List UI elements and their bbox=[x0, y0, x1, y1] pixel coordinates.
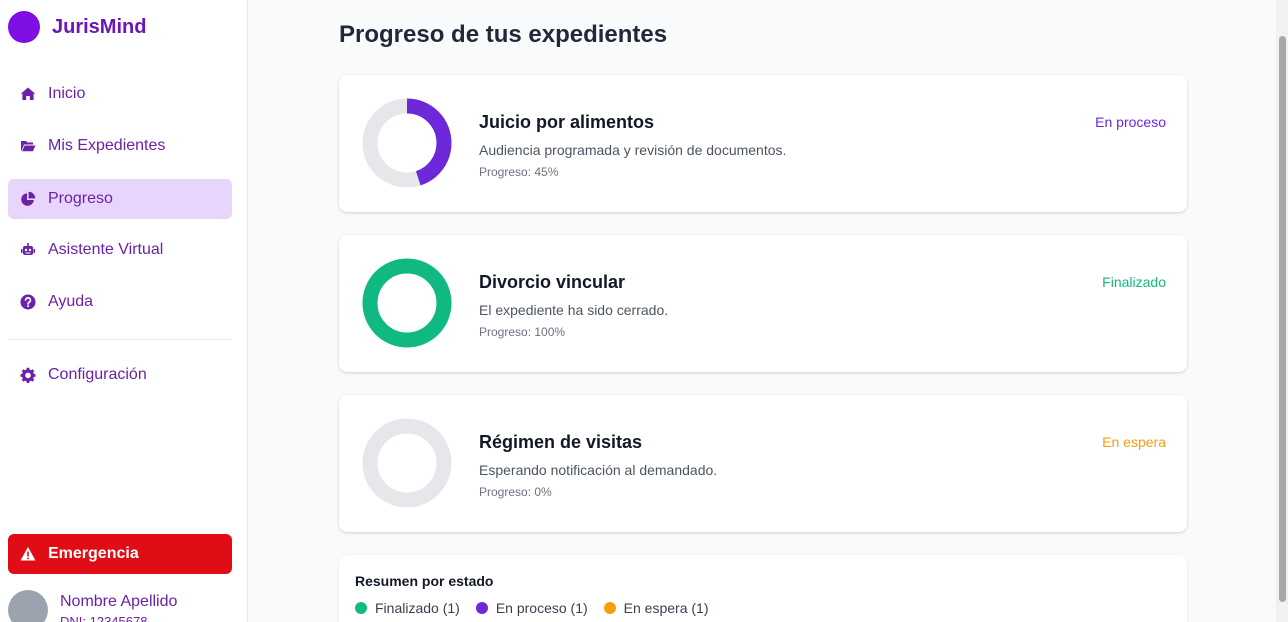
summary-legend: Finalizado (1) En proceso (1) En espera … bbox=[355, 600, 724, 616]
emergency-label: Emergencia bbox=[48, 545, 139, 562]
status-badge: En espera bbox=[1102, 434, 1166, 450]
folder-open-icon bbox=[20, 138, 36, 154]
sidebar-divider bbox=[8, 339, 232, 340]
sidebar-item-asistente[interactable]: Asistente Virtual bbox=[8, 230, 232, 270]
brand-logo bbox=[8, 11, 40, 43]
progress-donut bbox=[362, 98, 452, 188]
sidebar-item-label: Mis Expedientes bbox=[48, 137, 166, 154]
user-profile[interactable]: Nombre Apellido DNI: 12345678 bbox=[8, 590, 177, 622]
legend-label: En espera (1) bbox=[623, 600, 709, 616]
status-badge: Finalizado bbox=[1102, 274, 1166, 290]
case-description: El expediente ha sido cerrado. bbox=[479, 302, 669, 318]
sidebar-item-label: Inicio bbox=[48, 85, 86, 102]
legend-label: En proceso (1) bbox=[495, 600, 588, 616]
sidebar-item-label: Progreso bbox=[48, 190, 113, 207]
home-icon bbox=[20, 86, 36, 102]
status-badge: En proceso bbox=[1095, 114, 1166, 130]
summary-title: Resumen por estado bbox=[355, 573, 494, 589]
case-card[interactable]: Régimen de visitas Esperando notificació… bbox=[339, 395, 1187, 532]
legend-label: Finalizado (1) bbox=[375, 600, 460, 616]
user-name: Nombre Apellido bbox=[60, 593, 178, 610]
question-circle-icon bbox=[20, 294, 36, 310]
legend-dot bbox=[475, 602, 488, 614]
page-scrollbar[interactable] bbox=[1276, 0, 1288, 622]
sidebar-item-ayuda[interactable]: Ayuda bbox=[8, 282, 232, 322]
progress-donut bbox=[362, 418, 452, 508]
sidebar-item-configuracion[interactable]: Configuración bbox=[8, 355, 232, 395]
scrollbar-thumb[interactable] bbox=[1279, 36, 1286, 602]
sidebar-item-label: Ayuda bbox=[48, 293, 94, 310]
status-summary: Resumen por estado Finalizado (1) En pro… bbox=[339, 555, 1187, 622]
sidebar-item-label: Configuración bbox=[48, 366, 147, 383]
legend-dot bbox=[603, 602, 616, 614]
robot-icon bbox=[20, 242, 36, 258]
legend-item-finalizado: Finalizado (1) bbox=[355, 600, 460, 616]
case-progress: Progreso: 100% bbox=[479, 325, 566, 339]
gear-icon bbox=[20, 367, 36, 383]
case-description: Audiencia programada y revisión de docum… bbox=[479, 142, 787, 158]
pie-chart-icon bbox=[20, 191, 36, 207]
sidebar-item-inicio[interactable]: Inicio bbox=[8, 74, 232, 114]
case-description: Esperando notificación al demandado. bbox=[479, 462, 718, 478]
sidebar: JurisMind Inicio Mis Expedientes Progres… bbox=[0, 0, 248, 622]
legend-dot bbox=[355, 602, 367, 614]
user-dni: DNI: 12345678 bbox=[60, 614, 148, 622]
case-card[interactable]: Divorcio vincular El expediente ha sido … bbox=[339, 235, 1187, 372]
legend-item-en-proceso: En proceso (1) bbox=[475, 600, 588, 616]
case-title: Divorcio vincular bbox=[479, 272, 626, 292]
progress-donut bbox=[362, 258, 452, 348]
case-title: Régimen de visitas bbox=[479, 432, 643, 452]
sidebar-item-label: Asistente Virtual bbox=[48, 241, 164, 258]
brand[interactable]: JurisMind bbox=[8, 11, 146, 43]
emergency-button[interactable]: Emergencia bbox=[8, 534, 232, 574]
warning-icon bbox=[20, 546, 36, 562]
sidebar-item-progreso[interactable]: Progreso bbox=[8, 179, 232, 219]
case-progress: Progreso: 0% bbox=[479, 485, 552, 499]
case-card[interactable]: Juicio por alimentos Audiencia programad… bbox=[339, 75, 1187, 212]
case-title: Juicio por alimentos bbox=[479, 112, 655, 132]
avatar bbox=[8, 590, 48, 622]
page-title: Progreso de tus expedientes bbox=[339, 21, 668, 48]
legend-item-en-espera: En espera (1) bbox=[603, 600, 709, 616]
sidebar-item-expedientes[interactable]: Mis Expedientes bbox=[8, 126, 232, 166]
brand-name: JurisMind bbox=[52, 15, 147, 38]
case-progress: Progreso: 45% bbox=[479, 165, 559, 179]
